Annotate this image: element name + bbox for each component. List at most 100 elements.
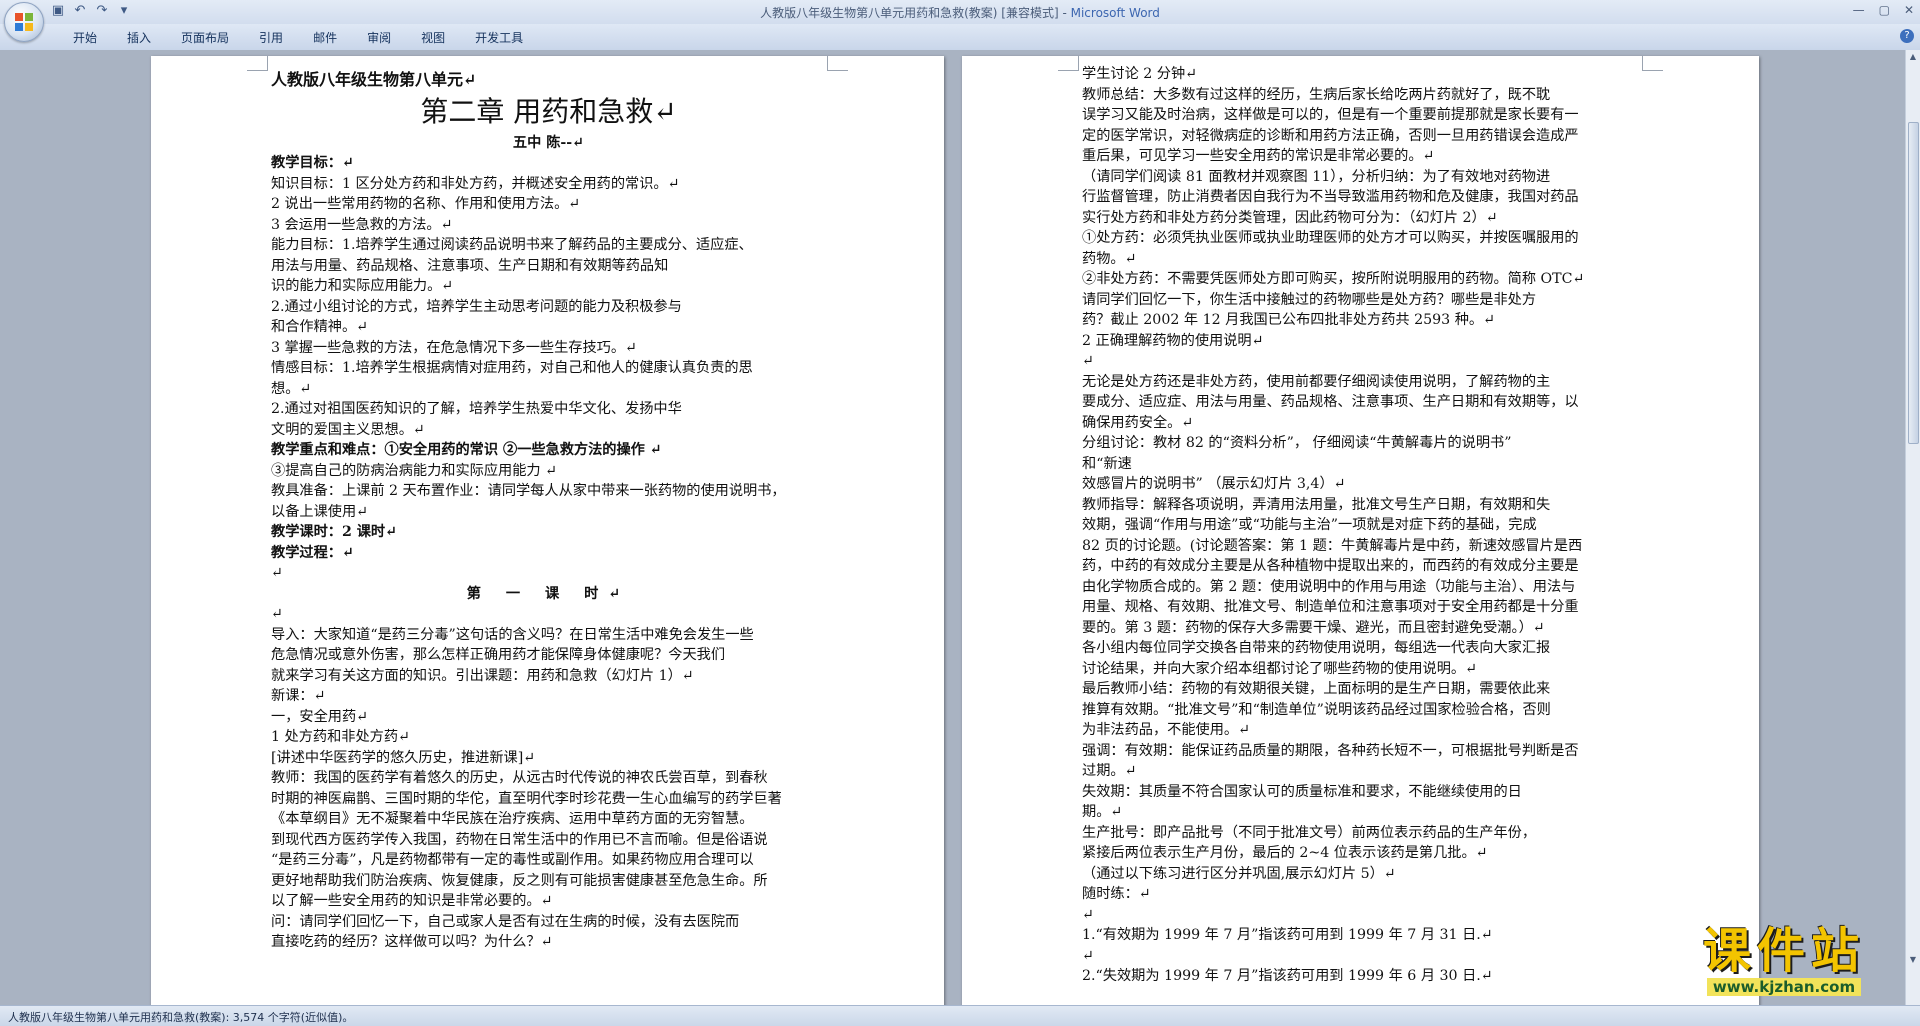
text-line[interactable]: 为非法药品，不能使用。↵ xyxy=(1082,720,1642,741)
text-line[interactable]: 直接吃药的经历？这样做可以吗？为什么？↵ xyxy=(271,932,826,953)
text-line[interactable]: 到现代西方医药学传入我国，药物在日常生活中的作用已不言而喻。但是俗语说 xyxy=(271,830,826,851)
text-line[interactable]: ①处方药：必须凭执业医师或执业助理医师的处方才可以购买，并按医嘱服用的 xyxy=(1082,228,1642,249)
text-line[interactable]: 五中 陈--↵ xyxy=(271,133,826,154)
office-button[interactable] xyxy=(4,2,44,42)
text-line[interactable]: 以了解一些安全用药的知识是非常必要的。↵ xyxy=(271,891,826,912)
text-line[interactable]: 各小组内每位同学交换各自带来的药物使用说明，每组选一代表向大家汇报 xyxy=(1082,638,1642,659)
text-line[interactable]: [讲述中华医药学的悠久历史，推进新课]↵ xyxy=(271,748,826,769)
text-line[interactable]: 想。↵ xyxy=(271,379,826,400)
text-line[interactable]: 行监督管理，防止消费者因自我行为不当导致滥用药物和危及健康，我国对药品 xyxy=(1082,187,1642,208)
ribbon-tab[interactable]: 开发工具 xyxy=(460,29,538,46)
maximize-icon[interactable]: ▢ xyxy=(1879,3,1890,17)
text-line[interactable]: 更好地帮助我们防治疾病、恢复健康，反之则有可能损害健康甚至危急生命。所 xyxy=(271,871,826,892)
text-line[interactable]: 强调：有效期：能保证药品质量的期限，各种药长短不一，可根据批号判断是否 xyxy=(1082,741,1642,762)
document-page-2[interactable]: 学生讨论 2 分钟↵ 教师总结：大多数有过这样的经历，生病后家长给吃两片药就好了… xyxy=(962,56,1759,1005)
text-line[interactable]: “是药三分毒”，凡是药物都带有一定的毒性或副作用。如果药物应用合理可以 xyxy=(271,850,826,871)
text-line[interactable]: 问：请同学们回忆一下，自己或家人是否有过在生病的时候，没有去医院而 xyxy=(271,912,826,933)
text-line[interactable]: 2 说出一些常用药物的名称、作用和使用方法。↵ xyxy=(271,194,826,215)
document-page-1[interactable]: 人教版八年级生物第八单元↵ 第二章 用药和急救↵ 五中 陈--↵ 教学目标：↵ 知识目… xyxy=(151,56,944,1005)
ribbon-tab[interactable]: 邮件 xyxy=(298,29,352,46)
text-line[interactable]: 能力目标：1.培养学生通过阅读药品说明书来了解药品的主要成分、适应症、 xyxy=(271,235,826,256)
text-line[interactable]: 确保用药安全。↵ xyxy=(1082,413,1642,434)
text-line[interactable]: 分组讨论：教材 82 的“资料分析”， 仔细阅读“牛黄解毒片的说明书” xyxy=(1082,433,1642,454)
text-line[interactable]: 和“新速 xyxy=(1082,454,1642,475)
text-line[interactable]: 教师：我国的医药学有着悠久的历史，从远古时代传说的神农氏尝百草，到春秋 xyxy=(271,768,826,789)
text-line[interactable]: 生产批号：即产品批号（不同于批准文号）前两位表示药品的生产年份， xyxy=(1082,823,1642,844)
text-line[interactable]: 2 正确理解药物的使用说明↵ xyxy=(1082,331,1642,352)
text-line[interactable]: 效期，强调“作用与用途”或“功能与主治”一项就是对症下药的基础，完成 xyxy=(1082,515,1642,536)
text-line[interactable]: 第 一 课 时↵ xyxy=(271,584,826,605)
text-line[interactable]: ③提高自己的防病治病能力和实际应用能力 ↵ xyxy=(271,461,826,482)
text-line[interactable]: 教学重点和难点：①安全用药的常识 ②一些急救方法的操作 ↵ xyxy=(271,440,826,461)
text-line[interactable]: 教学过程：↵ xyxy=(271,543,826,564)
text-line[interactable]: 要的。第 3 题：药物的保存大多需要干燥、避光，而且密封避免受潮。）↵ xyxy=(1082,618,1642,639)
text-line[interactable]: 要成分、适应症、用法与用量、药品规格、注意事项、生产日期和有效期等，以 xyxy=(1082,392,1642,413)
text-line[interactable]: 无论是处方药还是非处方药，使用前都要仔细阅读使用说明，了解药物的主 xyxy=(1082,372,1642,393)
ribbon-tab[interactable]: 开始 xyxy=(58,29,112,46)
text-line[interactable]: 实行处方药和非处方药分类管理，因此药物可分为：（幻灯片 2）↵ xyxy=(1082,208,1642,229)
text-line[interactable]: 学生讨论 2 分钟↵ xyxy=(1082,64,1642,85)
text-line[interactable]: 文明的爱国主义思想。↵ xyxy=(271,420,826,441)
text-line[interactable]: 教师指导：解释各项说明，弄清用法用量，批准文号生产日期，有效期和失 xyxy=(1082,495,1642,516)
ribbon-tab[interactable]: 审阅 xyxy=(352,29,406,46)
text-line[interactable]: 82 页的讨论题。(讨论题答案：第 1 题：牛黄解毒片是中药，新速效感冒片是西 xyxy=(1082,536,1642,557)
ribbon-tab[interactable]: 页面布局 xyxy=(166,29,244,46)
scroll-up-icon[interactable]: ▲ xyxy=(1908,52,1918,62)
page-1-text[interactable]: 人教版八年级生物第八单元↵ 第二章 用药和急救↵ 五中 陈--↵ 教学目标：↵ 知识目… xyxy=(271,70,826,953)
text-line[interactable]: 推算有效期。“批准文号”和“制造单位”说明该药品经过国家检验合格，否则 xyxy=(1082,700,1642,721)
text-line[interactable]: （通过以下练习进行区分并巩固,展示幻灯片 5）↵ xyxy=(1082,864,1642,885)
text-line[interactable]: 1 处方药和非处方药↵ xyxy=(271,727,826,748)
ribbon-tab[interactable]: 引用 xyxy=(244,29,298,46)
close-icon[interactable]: ✕ xyxy=(1904,3,1914,17)
text-line[interactable]: 定的医学常识，对轻微病症的诊断和用药方法正确，否则一旦用药错误会造成严 xyxy=(1082,126,1642,147)
text-line[interactable]: 随时练：↵ xyxy=(1082,884,1642,905)
text-line[interactable]: 教学课时：2 课时↵ xyxy=(271,522,826,543)
scrollbar-thumb[interactable] xyxy=(1908,122,1919,444)
text-line[interactable]: ↵ xyxy=(1082,351,1642,372)
page-2-text[interactable]: 学生讨论 2 分钟↵ 教师总结：大多数有过这样的经历，生病后家长给吃两片药就好了… xyxy=(1082,64,1642,987)
text-line[interactable]: ②非处方药：不需要凭医师处方即可购买，按所附说明服用的药物。简称 OTC↵ xyxy=(1082,269,1642,290)
text-line[interactable]: 教学目标：↵ xyxy=(271,153,826,174)
text-line[interactable]: 危急情况或意外伤害，那么怎样正确用药才能保障身体健康呢？今天我们 xyxy=(271,645,826,666)
text-line[interactable]: ↵ xyxy=(271,563,826,584)
text-line[interactable]: 2.通过小组讨论的方式，培养学生主动思考问题的能力及积极参与 xyxy=(271,297,826,318)
text-line[interactable]: 以备上课使用↵ xyxy=(271,502,826,523)
text-line[interactable]: 新课：↵ xyxy=(271,686,826,707)
text-line[interactable]: 教具准备：上课前 2 天布置作业：请同学每人从家中带来一张药物的使用说明书， xyxy=(271,481,826,502)
text-line[interactable]: 误学习又能及时治病，这样做是可以的，但是有一个重要前提那就是家长要有一 xyxy=(1082,105,1642,126)
text-line[interactable]: 教师总结：大多数有过这样的经历，生病后家长给吃两片药就好了，既不耽 xyxy=(1082,85,1642,106)
text-line[interactable]: 用法与用量、药品规格、注意事项、生产日期和有效期等药品知 xyxy=(271,256,826,277)
text-line[interactable]: 最后教师小结：药物的有效期很关键，上面标明的是生产日期，需要依此来 xyxy=(1082,679,1642,700)
text-line[interactable]: 紧接后两位表示生产月份，最后的 2~4 位表示该药是第几批。↵ xyxy=(1082,843,1642,864)
text-line[interactable]: 用量、规格、有效期、批准文号、制造单位和注意事项对于安全用药都是十分重 xyxy=(1082,597,1642,618)
text-line[interactable]: 讨论结果，并向大家介绍本组都讨论了哪些药物的使用说明。↵ xyxy=(1082,659,1642,680)
text-line[interactable]: 1.“有效期为 1999 年 7 月”指该药可用到 1999 年 7 月 31 … xyxy=(1082,925,1642,946)
text-line[interactable]: 情感目标：1.培养学生根据病情对症用药，对自己和他人的健康认真负责的思 xyxy=(271,358,826,379)
text-line[interactable]: 重后果，可见学习一些安全用药的常识是非常必要的。↵ xyxy=(1082,146,1642,167)
text-line[interactable]: 2.通过对祖国医药知识的了解，培养学生热爱中华文化、发扬中华 xyxy=(271,399,826,420)
text-line[interactable]: 药物。↵ xyxy=(1082,249,1642,270)
text-line[interactable]: 3 掌握一些急救的方法，在危急情况下多一些生存技巧。↵ xyxy=(271,338,826,359)
text-line[interactable]: 一，安全用药↵ xyxy=(271,707,826,728)
text-line[interactable]: 药？截止 2002 年 12 月我国已公布四批非处方药共 2593 种。↵ xyxy=(1082,310,1642,331)
text-line[interactable]: 第二章 用药和急救↵ xyxy=(271,93,826,131)
minimize-icon[interactable]: — xyxy=(1853,3,1865,17)
text-line[interactable]: 就来学习有关这方面的知识。引出课题：用药和急救（幻灯片 1）↵ xyxy=(271,666,826,687)
text-line[interactable]: 由化学物质合成的。第 2 题：使用说明中的作用与用途（功能与主治）、用法与 xyxy=(1082,577,1642,598)
text-line[interactable]: 《本草纲目》无不凝聚着中华民族在治疗疾病、运用中草药方面的无穷智慧。 xyxy=(271,809,826,830)
text-line[interactable]: 3 会运用一些急救的方法。↵ xyxy=(271,215,826,236)
help-icon[interactable]: ? xyxy=(1900,29,1914,43)
text-line[interactable]: 知识目标：1 区分处方药和非处方药，并概述安全用药的常识。↵ xyxy=(271,174,826,195)
text-line[interactable]: ↵ xyxy=(1082,946,1642,967)
text-line[interactable]: （请同学们阅读 81 面教材并观察图 11），分析归纳：为了有效地对药物进 xyxy=(1082,167,1642,188)
scroll-down-icon[interactable]: ▼ xyxy=(1908,955,1918,965)
text-line[interactable]: 识的能力和实际应用能力。↵ xyxy=(271,276,826,297)
text-line[interactable]: 过期。↵ xyxy=(1082,761,1642,782)
text-line[interactable]: 效感冒片的说明书” （展示幻灯片 3,4）↵ xyxy=(1082,474,1642,495)
text-line[interactable]: 期。↵ xyxy=(1082,802,1642,823)
text-line[interactable]: 失效期：其质量不符合国家认可的质量标准和要求，不能继续使用的日 xyxy=(1082,782,1642,803)
text-line[interactable]: 药，中药的有效成分主要是从各种植物中提取出来的，而西药的有效成分主要是 xyxy=(1082,556,1642,577)
ribbon-tab[interactable]: 插入 xyxy=(112,29,166,46)
text-line[interactable]: ↵ xyxy=(1082,905,1642,926)
ribbon-tab[interactable]: 视图 xyxy=(406,29,460,46)
